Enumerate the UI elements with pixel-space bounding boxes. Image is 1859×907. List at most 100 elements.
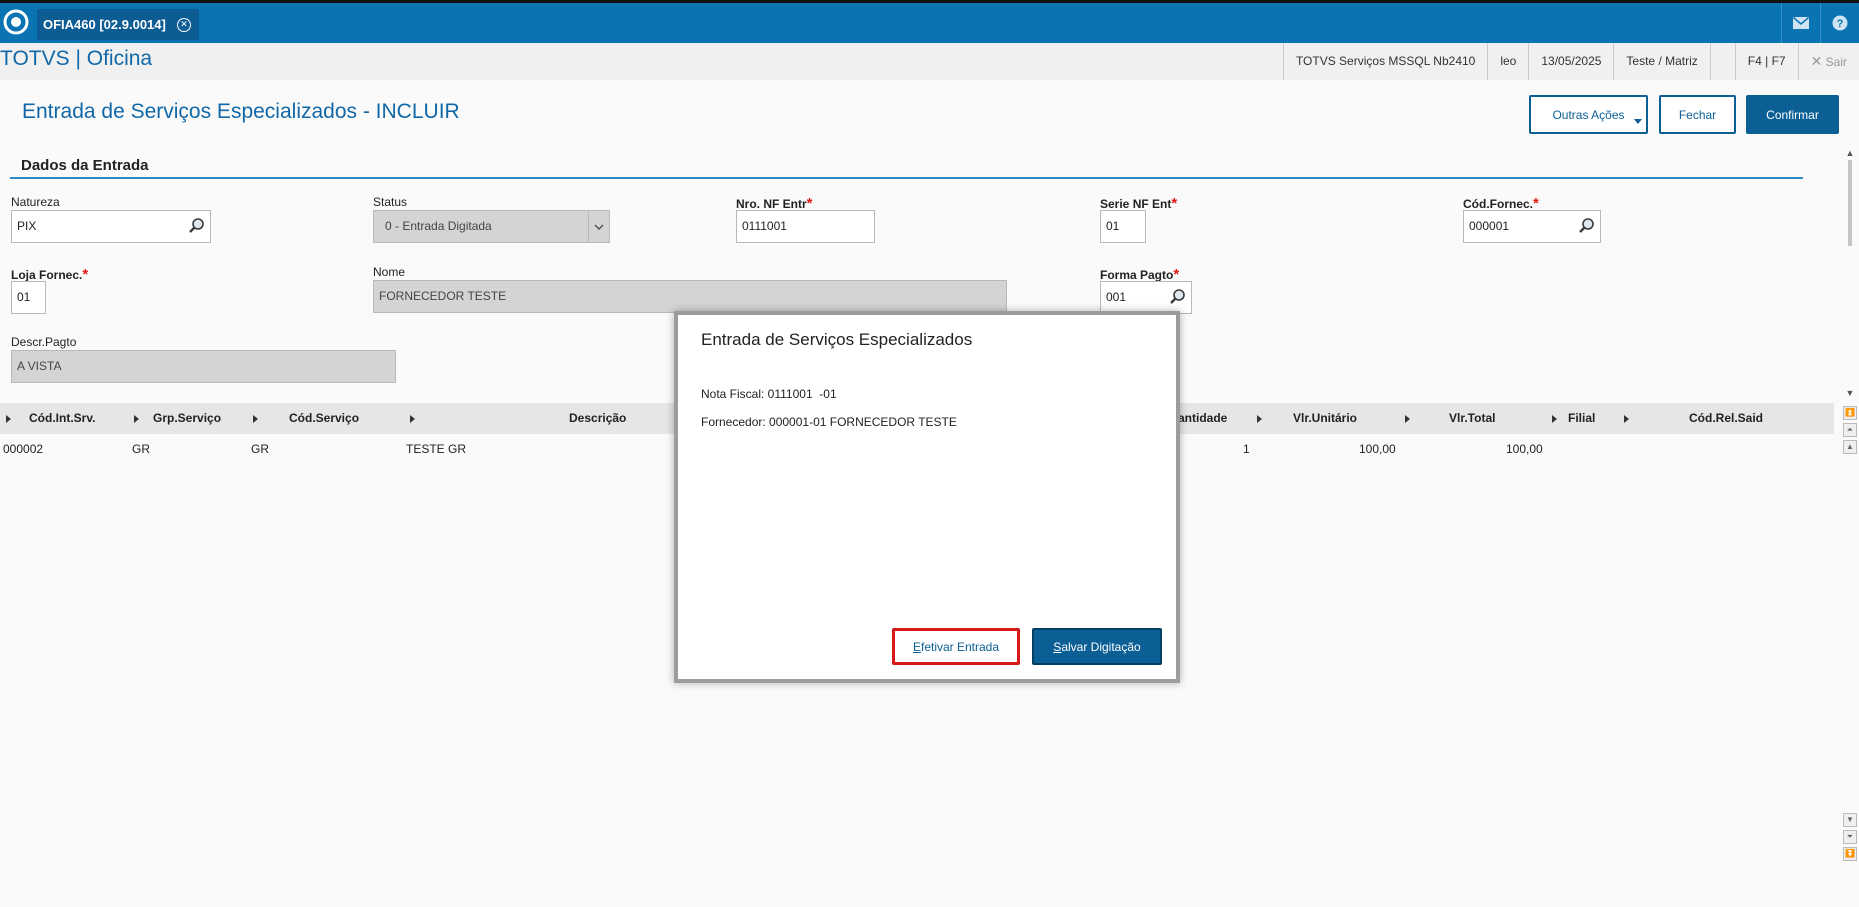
section-divider	[10, 177, 1803, 179]
scroll-first-icon[interactable]: ⏫	[1843, 406, 1857, 420]
nome-label: Nome	[373, 265, 406, 279]
fechar-button[interactable]: Fechar	[1659, 95, 1736, 134]
grid-scrollbar-bottom[interactable]: ▼ ⏷ ⏬	[1841, 810, 1859, 864]
exit-button[interactable]: ✕ Sair	[1797, 43, 1859, 80]
forma-pagto-input[interactable]: 001	[1100, 281, 1192, 314]
efetivar-accesskey: E	[912, 639, 921, 654]
environment-bar: TOTVS | Oficina TOTVS Serviços MSSQL Nb2…	[0, 43, 1859, 80]
nome-value: FORNECEDOR TESTE	[379, 289, 507, 303]
fechar-label: Fechar	[1678, 107, 1717, 122]
column-header[interactable]: Descrição	[569, 403, 626, 434]
confirmar-label: Confirmar	[1766, 107, 1819, 122]
column-header[interactable]: Cód.Serviço	[289, 403, 359, 434]
scroll-thumb[interactable]	[1848, 160, 1852, 246]
cod-fornec-value: 000001	[1469, 219, 1510, 233]
confirmar-button[interactable]: Confirmar	[1746, 95, 1839, 134]
env-user: leo	[1487, 43, 1528, 80]
serie-nf-label-text: Serie NF Ent	[1100, 197, 1172, 211]
search-icon[interactable]	[1578, 217, 1596, 235]
descr-pagto-label: Descr.Pagto	[11, 335, 77, 349]
grid-scrollbar-top[interactable]: ⏫ ⏶ ▲	[1841, 403, 1859, 457]
app-brand: TOTVS | Oficina	[0, 47, 153, 70]
column-arrow-icon[interactable]	[410, 415, 415, 423]
scroll-up-icon[interactable]: ▲	[1843, 440, 1857, 454]
svg-text:?: ?	[1837, 18, 1844, 30]
efetivar-label: fetivar Entrada	[920, 639, 1000, 654]
serie-nf-value: 01	[1106, 219, 1120, 233]
scroll-down-icon[interactable]: ▼	[1841, 388, 1859, 398]
page-title: Entrada de Serviços Especializados - INC…	[22, 100, 460, 123]
nro-nf-value: 0111001	[742, 219, 787, 233]
confirmation-dialog: Entrada de Serviços Especializados Nota …	[674, 311, 1180, 683]
outras-acoes-label: Outras Ações	[1552, 107, 1625, 122]
env-shortcuts[interactable]: F4 | F7	[1734, 43, 1798, 80]
help-icon[interactable]: ?	[1820, 3, 1859, 43]
column-header[interactable]: Vlr.Unitário	[1293, 403, 1357, 434]
required-asterisk: *	[1171, 195, 1178, 212]
natureza-value: PIX	[17, 219, 37, 233]
search-icon[interactable]	[1169, 288, 1187, 306]
cod-fornec-input[interactable]: 000001	[1463, 210, 1601, 243]
top-bar: OFIA460 [02.9.0014] ✕ ?	[0, 0, 1859, 43]
column-header[interactable]: Grp.Serviço	[153, 403, 221, 434]
scroll-down-icon[interactable]: ▼	[1843, 813, 1857, 827]
efetivar-entrada-button[interactable]: Efetivar Entrada	[892, 628, 1020, 665]
scroll-up-icon[interactable]: ▲	[1841, 148, 1859, 158]
salvar-digitacao-button[interactable]: Salvar Digitação	[1032, 628, 1162, 665]
totvs-logo-icon[interactable]	[2, 7, 30, 37]
tab-ofia460[interactable]: OFIA460 [02.9.0014] ✕	[37, 9, 199, 40]
dialog-fornecedor: Fornecedor: 000001-01 FORNECEDOR TESTE	[701, 415, 957, 429]
env-server: TOTVS Serviços MSSQL Nb2410	[1282, 43, 1487, 80]
column-arrow-icon[interactable]	[253, 415, 258, 423]
section-title: Dados da Entrada	[21, 157, 149, 174]
form-scrollbar[interactable]: ▲ ▼	[1841, 148, 1859, 398]
scroll-last-icon[interactable]: ⏬	[1843, 847, 1857, 861]
loja-fornec-value: 01	[17, 290, 31, 304]
column-header[interactable]: antidade	[1178, 403, 1227, 434]
outras-acoes-button[interactable]: Outras Ações	[1529, 95, 1648, 134]
nro-nf-label-text: Nro. NF Entr	[736, 197, 807, 211]
loja-fornec-input[interactable]: 01	[11, 281, 46, 314]
cell-descricao: TESTE GR	[406, 442, 467, 456]
salvar-accesskey: S	[1053, 639, 1062, 654]
descr-pagto-input[interactable]: A VISTA	[11, 350, 396, 383]
dialog-nota-fiscal: Nota Fiscal: 0111001 -01	[701, 387, 837, 401]
column-header[interactable]: Cód.Int.Srv.	[29, 403, 95, 434]
column-arrow-icon[interactable]	[1624, 415, 1629, 423]
column-arrow-icon[interactable]	[6, 415, 11, 423]
column-header[interactable]: Cód.Rel.Said	[1689, 403, 1763, 434]
cell-vlr-total: 100,00	[1506, 442, 1543, 456]
status-value: 0 - Entrada Digitada	[385, 219, 492, 233]
descr-pagto-value: A VISTA	[17, 359, 62, 373]
forma-pagto-value: 001	[1106, 290, 1127, 304]
env-date: 13/05/2025	[1528, 43, 1613, 80]
chevron-down-icon[interactable]	[588, 211, 609, 242]
column-header[interactable]: Vlr.Total	[1449, 403, 1495, 434]
scroll-page-up-icon[interactable]: ⏶	[1843, 423, 1857, 437]
loja-fornec-label-text: Loja Fornec.	[11, 268, 83, 282]
status-select[interactable]: 0 - Entrada Digitada	[373, 210, 610, 243]
serie-nf-input[interactable]: 01	[1100, 210, 1146, 243]
salvar-label: alvar Digitação	[1061, 639, 1141, 654]
forma-pagto-label-text: Forma Pagto	[1100, 268, 1174, 282]
natureza-label: Natureza	[11, 195, 60, 209]
mail-icon[interactable]	[1781, 3, 1820, 43]
column-header[interactable]: Filial	[1568, 403, 1595, 434]
caret-down-icon	[1634, 119, 1642, 124]
column-arrow-icon[interactable]	[134, 415, 139, 423]
nome-input[interactable]: FORNECEDOR TESTE	[373, 280, 1007, 313]
search-icon[interactable]	[188, 217, 206, 235]
column-arrow-icon[interactable]	[1405, 415, 1410, 423]
close-icon: ✕	[1810, 53, 1823, 69]
cod-fornec-label-text: Cód.Fornec.	[1463, 197, 1534, 211]
dialog-title: Entrada de Serviços Especializados	[701, 330, 973, 349]
close-tab-icon[interactable]: ✕	[177, 18, 191, 32]
env-branch[interactable]: Teste / Matriz	[1613, 43, 1709, 80]
column-arrow-icon[interactable]	[1552, 415, 1557, 423]
nro-nf-input[interactable]: 0111001	[736, 210, 875, 243]
column-arrow-icon[interactable]	[1257, 415, 1262, 423]
cell-grp: GR	[132, 442, 150, 456]
scroll-page-down-icon[interactable]: ⏷	[1843, 830, 1857, 844]
natureza-input[interactable]: PIX	[11, 210, 211, 243]
required-asterisk: *	[82, 266, 89, 283]
